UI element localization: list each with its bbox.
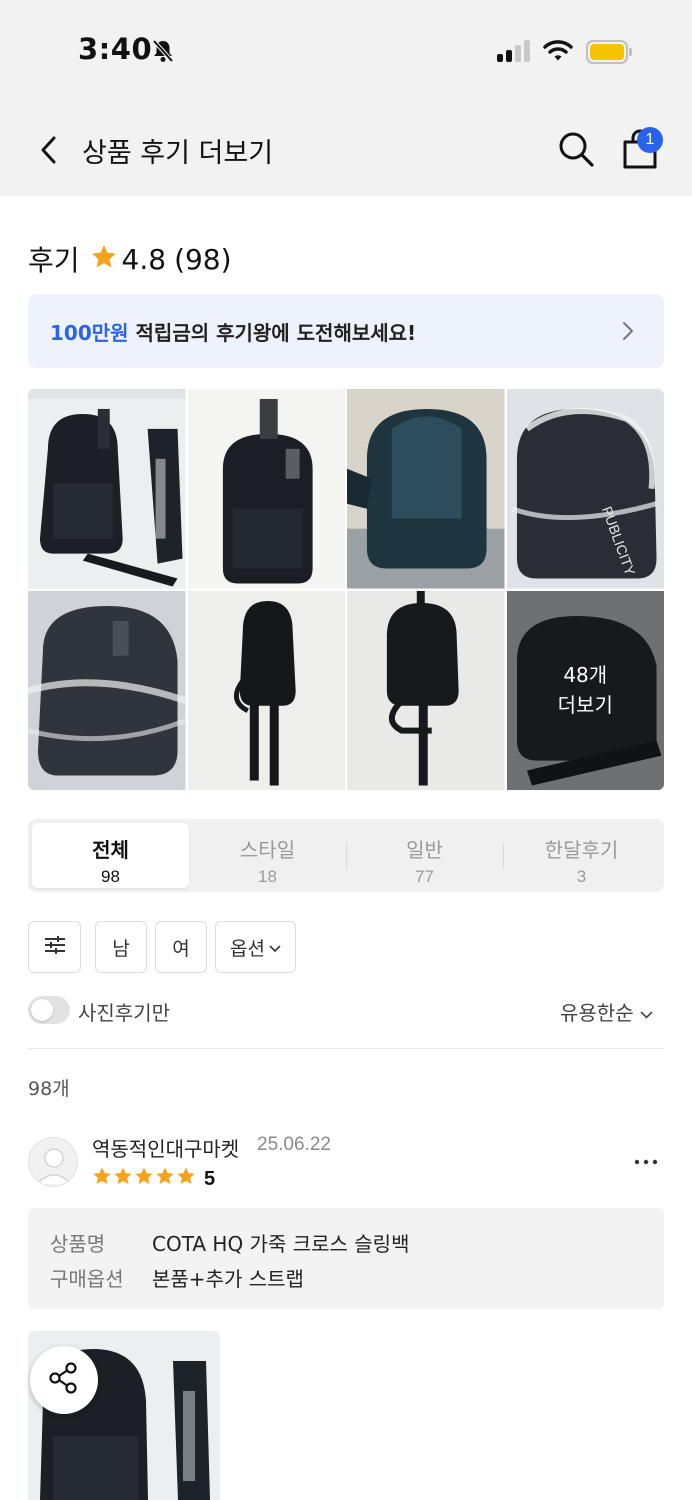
tab-general[interactable]: 일반 77 xyxy=(346,823,503,888)
status-bar: 3:40 xyxy=(0,0,692,100)
battery-fill xyxy=(590,44,624,60)
status-time: 3:40 xyxy=(78,32,153,66)
tab-one-month[interactable]: 한달후기 3 xyxy=(503,823,660,888)
sort-dropdown[interactable]: 유용한순 xyxy=(560,997,653,1026)
bell-slash-icon xyxy=(150,38,176,68)
tab-label: 일반 xyxy=(406,838,443,862)
review-photo-thumb[interactable] xyxy=(28,389,186,589)
summary-rating: 4.8 xyxy=(121,242,167,276)
filter-settings-button[interactable] xyxy=(28,921,81,973)
filter-female-button[interactable]: 여 xyxy=(155,921,207,973)
page-title: 상품 후기 더보기 xyxy=(82,138,274,169)
tab-divider xyxy=(503,843,504,869)
product-name-label: 상품명 xyxy=(50,1232,106,1256)
filter-option-dropdown[interactable]: 옵션 xyxy=(215,921,296,973)
share-icon xyxy=(47,1361,81,1399)
more-options-icon[interactable] xyxy=(632,1148,662,1176)
back-button[interactable] xyxy=(34,130,64,170)
review-summary: 후기 4.8 (98) xyxy=(28,241,232,278)
review-rating: 5 xyxy=(92,1166,215,1192)
banner-message: 적립금의 후기왕에 도전해보세요! xyxy=(128,321,417,345)
review-king-banner[interactable]: 100만원 적립금의 후기왕에 도전해보세요! xyxy=(28,294,664,368)
chevron-down-icon xyxy=(269,936,281,958)
review-photo-thumb[interactable] xyxy=(187,389,345,589)
cart-count-badge: 1 xyxy=(637,127,663,153)
share-button[interactable] xyxy=(30,1346,98,1414)
tab-label: 전체 xyxy=(92,838,129,862)
product-name-value: COTA HQ 가죽 크로스 슬링백 xyxy=(152,1232,410,1256)
search-icon[interactable] xyxy=(556,129,596,169)
chevron-down-icon xyxy=(640,1000,653,1024)
purchase-option-value: 본품+추가 스트랩 xyxy=(152,1267,304,1291)
review-date: 25.06.22 xyxy=(257,1134,331,1155)
cellular-signal-icon xyxy=(497,40,531,62)
review-photo-thumb[interactable] xyxy=(347,389,505,589)
tab-count: 77 xyxy=(415,867,434,886)
review-score: 5 xyxy=(204,1167,216,1190)
chevron-right-icon xyxy=(621,320,635,346)
wifi-icon xyxy=(543,39,573,67)
photo-only-label: 사진후기만 xyxy=(78,1001,170,1025)
summary-count: (98) xyxy=(174,242,232,276)
purchase-option-label: 구매옵션 xyxy=(50,1267,124,1291)
avatar xyxy=(28,1137,78,1187)
purchased-product-info: 상품명 COTA HQ 가죽 크로스 슬링백 구매옵션 본품+추가 스트랩 xyxy=(28,1208,664,1309)
filter-male-button[interactable]: 남 xyxy=(95,921,147,973)
battery-icon xyxy=(586,40,632,64)
summary-label: 후기 xyxy=(28,244,80,277)
review-photo-grid: PUBLICITY 48개 더보기 xyxy=(28,389,664,790)
filter-option-label: 옵션 xyxy=(230,937,265,960)
review-photo-thumb[interactable] xyxy=(347,590,505,790)
tab-all[interactable]: 전체 98 xyxy=(32,823,189,888)
review-type-tabs: 전체 98 스타일 18 일반 77 한달후기 3 xyxy=(28,819,664,892)
more-photos-count: 48개 xyxy=(563,663,608,688)
tab-style[interactable]: 스타일 18 xyxy=(189,823,346,888)
purchase-option-row: 구매옵션 본품+추가 스트랩 xyxy=(50,1263,304,1292)
banner-highlight: 100만원 xyxy=(50,321,129,345)
tab-count: 3 xyxy=(576,867,587,886)
review-photo-thumb[interactable] xyxy=(187,590,345,790)
review-photo-thumb[interactable] xyxy=(28,590,186,790)
tab-label: 한달후기 xyxy=(544,838,619,862)
sort-label: 유용한순 xyxy=(560,1001,634,1025)
tab-divider xyxy=(346,843,347,869)
tab-label: 스타일 xyxy=(239,838,296,862)
toggle-knob xyxy=(31,999,53,1021)
banner-text: 100만원 적립금의 후기왕에 도전해보세요! xyxy=(50,317,416,346)
sliders-icon xyxy=(44,935,66,960)
product-name-row: 상품명 COTA HQ 가죽 크로스 슬링백 xyxy=(50,1228,409,1257)
divider xyxy=(28,1048,664,1049)
tab-count: 98 xyxy=(101,867,120,886)
result-count: 98개 xyxy=(28,1078,70,1100)
tab-count: 18 xyxy=(258,867,277,886)
photo-only-toggle[interactable] xyxy=(28,996,70,1024)
star-rating-icon xyxy=(92,1166,198,1192)
more-photos-overlay: 48개 더보기 xyxy=(506,590,664,790)
review-photo-thumb[interactable]: PUBLICITY xyxy=(506,389,664,589)
reviewer-name: 역동적인대구마켓 xyxy=(92,1137,240,1161)
more-photos-tile[interactable]: 48개 더보기 xyxy=(506,590,664,790)
more-photos-label: 더보기 xyxy=(557,693,613,718)
star-icon xyxy=(90,243,118,275)
